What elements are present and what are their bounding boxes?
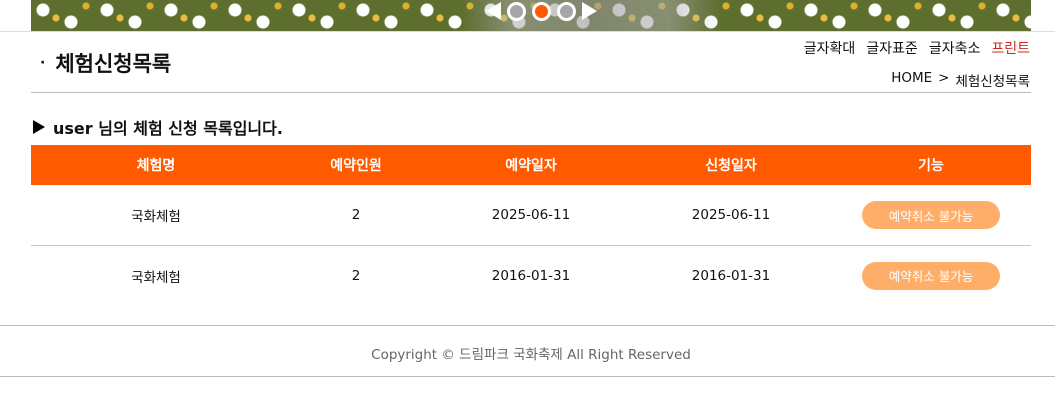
font-enlarge-button[interactable]: 글자확대 [804,38,856,58]
apply-date: 2016-01-31 [691,267,771,284]
cancel-unavailable-button[interactable]: 예약취소 불가능 [862,201,1000,229]
column-header: 예약인원 [330,158,382,174]
footer-divider [0,325,1055,326]
triangle-right-icon [33,120,45,134]
font-size-tools: 글자확대 글자표준 글자축소 프린트 [804,38,1030,58]
column-header: 체험명 [136,158,176,174]
next-slide-icon[interactable] [582,2,597,20]
font-shrink-button[interactable]: 글자축소 [929,38,981,58]
experience-name: 국화체험 [131,209,181,225]
divider [0,31,1055,32]
prev-slide-icon[interactable] [486,2,501,20]
slide-dot-3[interactable] [557,1,576,21]
action-cell: 예약취소 불가능 [831,201,1031,229]
action-cell: 예약취소 불가능 [831,261,1031,290]
column-header: 기능 [918,158,944,174]
table-row: 국화체험 2 2016-01-31 2016-01-31 예약취소 불가능 [31,245,1031,305]
people-count: 2 [351,267,361,284]
page-title-text: 체험신청목록 [55,52,172,76]
slide-dot-2[interactable] [532,1,551,21]
page-title: · 체험신청목록 [40,48,171,78]
banner-slideshow [31,0,1031,31]
cancel-unavailable-button[interactable]: 예약취소 불가능 [862,261,1000,290]
column-header: 신청일자 [705,158,757,174]
slider-controls [486,0,597,22]
font-standard-button[interactable]: 글자표준 [866,38,918,58]
footer-copyright: Copyright © 드림파크 국화축제 All Right Reserved [371,347,691,363]
list-heading: user 님의 체험 신청 목록입니다. [33,115,283,139]
breadcrumb: HOME > 체험신청목록 [891,70,1030,90]
footer-divider [0,376,1055,377]
table-row: 국화체험 2 2025-06-11 2025-06-11 예약취소 불가능 [31,185,1031,245]
print-button[interactable]: 프린트 [991,38,1030,58]
experience-name: 국화체험 [131,269,181,286]
table-header: 체험명 예약인원 예약일자 신청일자 기능 [31,145,1031,185]
list-heading-text: user 님의 체험 신청 목록입니다. [53,119,283,138]
reservation-table: 체험명 예약인원 예약일자 신청일자 기능 국화체험 2 2025-06-11 … [31,145,1031,305]
divider [31,92,1031,93]
apply-date: 2025-06-11 [691,207,771,223]
breadcrumb-separator: > [938,70,950,86]
slide-dot-1[interactable] [507,1,526,21]
reserve-date: 2016-01-31 [491,267,571,284]
people-count: 2 [351,207,361,223]
column-header: 예약일자 [505,158,557,174]
breadcrumb-current: 체험신청목록 [955,74,1030,90]
breadcrumb-home[interactable]: HOME [891,70,932,90]
reserve-date: 2025-06-11 [491,207,571,223]
title-bullet: · [40,55,46,71]
